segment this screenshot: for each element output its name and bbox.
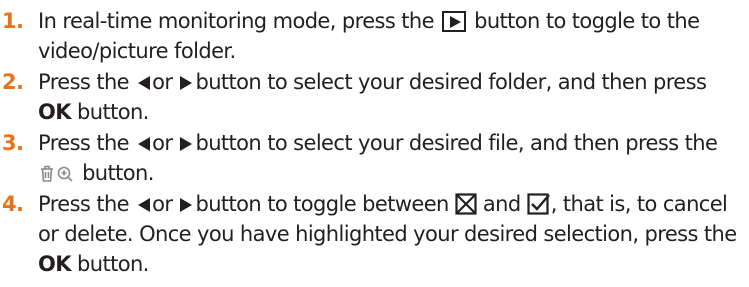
step-text: or [152, 70, 173, 94]
right-arrow-icon [180, 198, 193, 212]
ok-button-label: OK [38, 100, 72, 124]
step-number: 1. [2, 9, 24, 33]
document-page: 1. In real-time monitoring mode, press t… [0, 0, 749, 287]
step-4: 4. Press the or button to toggle between… [0, 189, 745, 279]
left-arrow-icon [138, 76, 151, 90]
right-arrow-icon [180, 76, 193, 90]
step-number: 4. [2, 192, 24, 216]
step-text: In real-time monitoring mode, press the [38, 9, 435, 33]
step-text: button. [77, 252, 149, 276]
ok-button-label: OK [38, 252, 72, 276]
confirm-box-icon [527, 193, 550, 215]
step-text: Press the [38, 192, 130, 216]
step-text: and [482, 192, 521, 216]
step-text: button to select your desired folder, an… [195, 70, 707, 94]
cancel-box-icon [455, 193, 477, 215]
step-text: or [152, 192, 173, 216]
step-3: 3. Press the or button to select your de… [0, 128, 745, 188]
step-text: button to toggle between [195, 192, 449, 216]
instruction-steps: 1. In real-time monitoring mode, press t… [0, 6, 745, 280]
play-button-icon [442, 11, 467, 32]
left-arrow-icon [138, 198, 151, 212]
step-number: 3. [2, 131, 24, 155]
step-text: button to select your desired file, and … [195, 131, 718, 155]
step-text: Press the [38, 131, 130, 155]
step-text: Press the [38, 70, 130, 94]
delete-zoom-icon [41, 165, 73, 182]
step-2: 2. Press the or button to select your de… [0, 67, 745, 127]
left-arrow-icon [138, 137, 151, 151]
step-text: button. [77, 100, 149, 124]
step-text: or [152, 131, 173, 155]
step-text: button. [82, 161, 154, 185]
step-number: 2. [2, 70, 24, 94]
right-arrow-icon [180, 137, 193, 151]
step-1: 1. In real-time monitoring mode, press t… [0, 6, 745, 66]
